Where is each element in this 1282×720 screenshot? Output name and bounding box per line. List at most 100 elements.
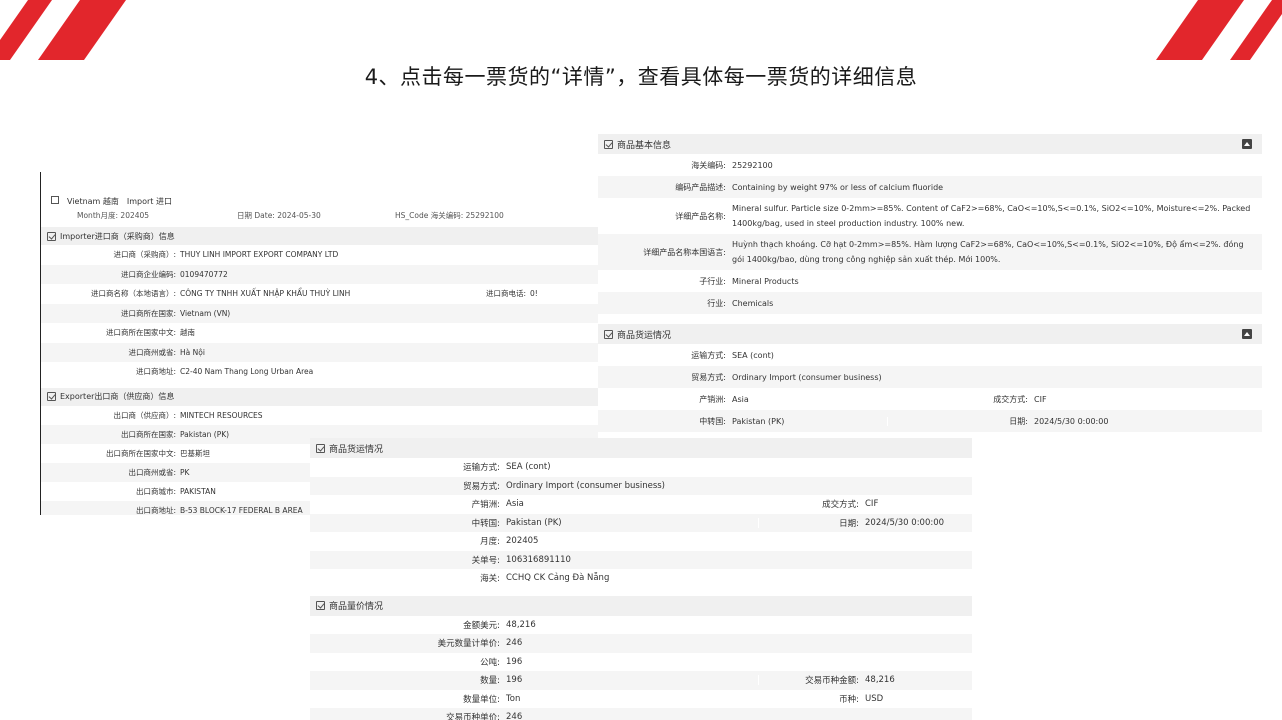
detail-row: 子行业: Mineral Products: [598, 270, 1262, 292]
shipping-section-header[interactable]: 商品货运情况: [598, 324, 1262, 344]
checkbox-icon: [47, 231, 56, 241]
field-value: 25292100: [732, 160, 773, 170]
section-title: Importer进口商（采购商）信息: [60, 231, 175, 241]
field-label: 海关:: [480, 574, 500, 585]
field-label: 进口商电话:: [485, 289, 526, 299]
field-label: 成交方式:: [822, 500, 859, 511]
field-label: 数量单位:: [463, 694, 500, 705]
field-value: Pakistan (PK): [726, 416, 888, 426]
detail-row: 中转国: Pakistan (PK) 日期: 2024/5/30 0:00:00: [598, 410, 1262, 432]
field-label: 美元数量计单价:: [437, 639, 500, 650]
detail-row: 运输方式: SEA (cont): [598, 344, 1262, 366]
field-value: CIF: [865, 499, 879, 510]
field-label: 详细产品名称:: [675, 211, 726, 221]
field-value: 196: [506, 656, 523, 667]
field-value: Pakistan (PK): [500, 517, 759, 528]
field-value: Asia: [726, 394, 888, 404]
record-header: Vietnam 越南 Import 进口 Month月度: 202405 日期 …: [41, 172, 600, 221]
slide: 4、点击每一票货的“详情”，查看具体每一票货的详细信息 Vietnam 越南 I…: [0, 0, 1282, 720]
field-label: 贸易方式:: [691, 372, 726, 382]
detail-row: 行业: Chemicals: [598, 292, 1262, 314]
field-value: SEA (cont): [732, 350, 774, 360]
shipping-section-header[interactable]: 商品货运情况: [310, 438, 972, 458]
field-value: Ordinary Import (consumer business): [732, 372, 882, 382]
collapse-icon[interactable]: [1242, 139, 1252, 149]
field-label: 出口商地址:: [135, 505, 176, 515]
detail-row: 关单号: 106316891110: [310, 550, 972, 569]
field-value: Hà Nội: [180, 347, 205, 357]
checkbox-icon: [47, 392, 56, 401]
field-value: Ton: [500, 693, 759, 704]
importer-section-header[interactable]: Importer进口商（采购商）信息: [41, 227, 600, 245]
field-label: 关单号:: [471, 555, 500, 566]
field-value: PAKISTAN: [180, 486, 216, 496]
detail-row: 海关编码: 25292100: [598, 154, 1262, 176]
shipping-rows: 运输方式: SEA (cont) 贸易方式: Ordinary Import (con…: [310, 458, 972, 588]
section-title: 商品货运情况: [329, 444, 384, 455]
field-label: 进口商企业编码:: [120, 269, 176, 279]
field-label: 出口商州或省:: [128, 467, 176, 477]
direction-label: Import 进口: [126, 197, 172, 206]
detail-row: 编码产品描述: Containing by weight 97% or less …: [598, 176, 1262, 198]
field-value: Pakistan (PK): [180, 429, 230, 439]
field-value: CIF: [1034, 394, 1047, 404]
field-value: 越南: [180, 328, 195, 338]
field-label: 贸易方式:: [463, 481, 500, 492]
field-value: 0!: [530, 289, 538, 299]
field-label: 出口商所在国家:: [120, 429, 176, 439]
field-value: 0109470772: [180, 269, 228, 279]
field-label: 编码产品描述:: [675, 182, 726, 192]
field-value: 196: [500, 675, 759, 686]
field-value: Huỳnh thạch khoáng. Cỡ hạt 0-2mm>=85%. H…: [732, 240, 1244, 264]
checkbox-icon: [604, 329, 613, 339]
detail-row: 进口商所在国家: Vietnam (VN): [41, 303, 600, 323]
basic-info-section-header[interactable]: 商品基本信息: [598, 134, 1262, 154]
field-value: 48,216: [506, 619, 536, 630]
importer-rows: 进口商（采购商）: THUY LINH IMPORT EXPORT COMPANY…: [41, 245, 600, 382]
detail-row: 进口商企业编码: 0109470772: [41, 264, 600, 284]
field-value: 巴基斯坦: [180, 448, 210, 458]
checkbox-icon: [604, 139, 613, 149]
field-label: 成交方式:: [993, 394, 1028, 404]
field-value: Mineral sulfur. Particle size 0-2mm>=85%…: [732, 204, 1251, 228]
field-label: 进口商地址:: [135, 367, 176, 377]
field-label: 行业:: [707, 298, 726, 308]
detail-row: 运输方式: SEA (cont): [310, 458, 972, 477]
field-label: 产销洲:: [471, 500, 500, 511]
corner-stripes-right: [1156, 0, 1282, 60]
field-value: 2024/5/30 0:00:00: [865, 517, 945, 528]
shipping-rows: 运输方式: SEA (cont) 贸易方式: Ordinary Import (con…: [598, 344, 1262, 432]
field-value: Mineral Products: [732, 276, 799, 286]
hs-code-label: HS_Code 海关编码: 25292100: [395, 211, 504, 220]
field-value: PK: [180, 467, 190, 477]
collapse-icon[interactable]: [1242, 329, 1252, 339]
field-label: 交易币种单价:: [446, 713, 500, 720]
field-label: 进口商州或省:: [128, 347, 176, 357]
field-label: 月度:: [480, 537, 500, 548]
field-label: 币种:: [839, 694, 859, 705]
checkbox-icon: [51, 196, 59, 204]
checkbox-icon: [316, 443, 325, 453]
exporter-section-header[interactable]: Exporter出口商（供应商）信息: [41, 387, 600, 406]
detail-row: 交易币种单价: 246: [310, 708, 972, 720]
section-title: Exporter出口商（供应商）信息: [60, 392, 175, 401]
detail-row: 贸易方式: Ordinary Import (consumer business): [598, 366, 1262, 388]
field-value: Asia: [500, 499, 759, 510]
detail-row: 贸易方式: Ordinary Import (consumer business): [310, 476, 972, 495]
detail-row: 进口商（采购商）: THUY LINH IMPORT EXPORT COMPANY…: [41, 245, 600, 265]
field-value: USD: [865, 693, 884, 704]
detail-row: 进口商州或省: Hà Nội: [41, 342, 600, 362]
field-label: 中转国:: [471, 518, 500, 529]
field-label: 子行业:: [699, 276, 726, 286]
field-value: C2-40 Nam Thang Long Urban Area: [180, 367, 314, 377]
field-label: 日期:: [1009, 416, 1028, 426]
field-value: 106316891110: [506, 554, 571, 565]
field-label: 海关编码:: [691, 160, 726, 170]
field-value: CÔNG TY TNHH XUẤT NHẬP KHẨU THUỲ LINH: [176, 289, 426, 299]
field-value: 246: [506, 638, 523, 649]
field-label: 详细产品名称本国语言:: [643, 247, 726, 257]
field-label: 数量:: [480, 676, 500, 687]
price-section-header[interactable]: 商品量价情况: [310, 595, 972, 616]
field-label: 出口商所在国家中文:: [105, 448, 176, 458]
field-label: 公吨:: [480, 657, 500, 668]
